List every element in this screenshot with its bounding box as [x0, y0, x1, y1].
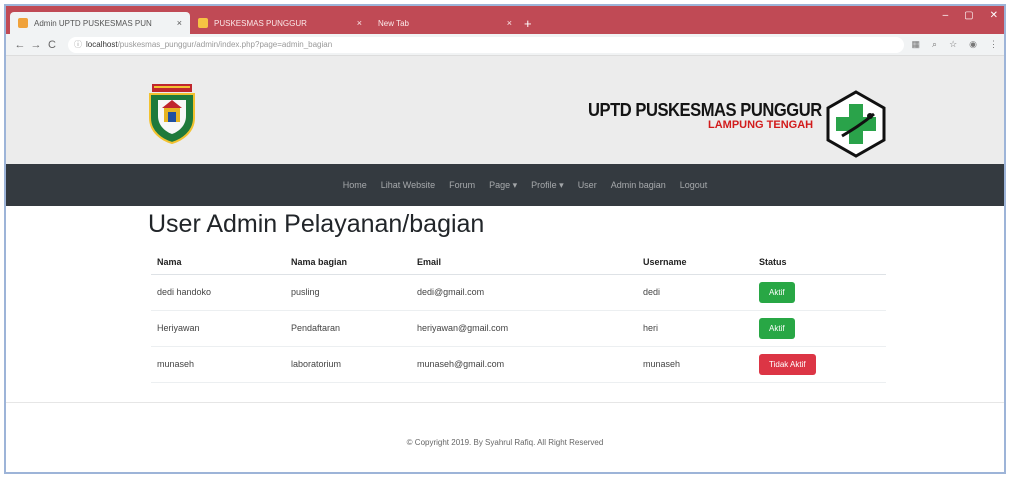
back-arrow-icon[interactable]: ← — [12, 39, 28, 51]
tab-new[interactable]: New Tab × — [370, 12, 520, 34]
close-tab-icon[interactable]: × — [507, 18, 512, 28]
cell-status: Aktif — [753, 310, 886, 347]
nav-forum[interactable]: Forum — [449, 180, 475, 190]
window-controls: – ▢ ✕ — [943, 10, 998, 21]
close-window-icon[interactable]: ✕ — [990, 10, 998, 21]
table-row: Heriyawan Pendaftaran heriyawan@gmail.co… — [151, 310, 886, 347]
col-nama: Nama — [151, 250, 285, 275]
cell-bagian: pusling — [285, 274, 411, 311]
translate-icon[interactable]: ▦ — [912, 39, 921, 50]
cell-email: heriyawan@gmail.com — [411, 310, 637, 347]
tab-title: Admin UPTD PUSKESMAS PUN — [34, 18, 152, 28]
info-icon: ⓘ — [74, 40, 82, 49]
cell-username: munaseh — [637, 346, 753, 383]
zoom-icon[interactable]: ⌕ — [932, 39, 937, 50]
cell-bagian: Pendaftaran — [285, 310, 411, 347]
address-bar: ← → C ⓘ localhost /puskesmas_punggur/adm… — [6, 34, 1004, 56]
minimize-icon[interactable]: – — [943, 10, 949, 21]
cell-email: dedi@gmail.com — [411, 274, 637, 311]
url-input[interactable]: ⓘ localhost /puskesmas_punggur/admin/ind… — [68, 36, 904, 53]
col-username: Username — [637, 250, 753, 275]
table-header-row: Nama Nama bagian Email Username Status — [151, 250, 886, 275]
tab-title: PUSKESMAS PUNGGUR — [214, 18, 307, 28]
col-nama-bagian: Nama bagian — [285, 250, 411, 275]
close-tab-icon[interactable]: × — [177, 18, 182, 28]
new-tab-button[interactable]: + — [524, 12, 532, 34]
menu-icon[interactable]: ⋮ — [989, 39, 998, 50]
favicon-icon — [18, 18, 28, 28]
nav-page-dropdown[interactable]: Page ▾ — [489, 180, 517, 191]
main-navbar: Home Lihat Website Forum Page ▾ Profile … — [6, 164, 1004, 206]
account-icon[interactable]: ◉ — [969, 39, 977, 50]
cell-nama: Heriyawan — [151, 310, 285, 347]
close-tab-icon[interactable]: × — [357, 18, 362, 28]
cell-nama: dedi handoko — [151, 274, 285, 311]
url-path: /puskesmas_punggur/admin/index.php?page=… — [117, 40, 333, 49]
site-header: UPTD PUSKESMAS PUNGGUR LAMPUNG TENGAH — [6, 56, 1004, 164]
cell-username: heri — [637, 310, 753, 347]
tab-strip: Admin UPTD PUSKESMAS PUN × PUSKESMAS PUN… — [6, 6, 1004, 34]
brand-title: UPTD PUSKESMAS PUNGGUR — [588, 100, 822, 120]
cell-email: munaseh@gmail.com — [411, 346, 637, 383]
table-row: dedi handoko pusling dedi@gmail.com dedi… — [151, 274, 886, 311]
maximize-icon[interactable]: ▢ — [964, 10, 973, 21]
col-email: Email — [411, 250, 637, 275]
brand-logo: UPTD PUSKESMAS PUNGGUR LAMPUNG TENGAH — [588, 100, 842, 131]
cell-username: dedi — [637, 274, 753, 311]
tab-puskesmas[interactable]: PUSKESMAS PUNGGUR × — [190, 12, 370, 34]
favicon-icon — [198, 18, 208, 28]
status-badge[interactable]: Tidak Aktif — [759, 353, 816, 375]
browser-window: Admin UPTD PUSKESMAS PUN × PUSKESMAS PUN… — [4, 4, 1006, 474]
nav-lihat-website[interactable]: Lihat Website — [381, 180, 435, 190]
forward-arrow-icon[interactable]: → — [28, 39, 44, 51]
col-status: Status — [753, 250, 886, 275]
table-row: munaseh laboratorium munaseh@gmail.com m… — [151, 346, 886, 383]
nav-user[interactable]: User — [578, 180, 597, 190]
footer-copyright: © Copyright 2019. By Syahrul Rafiq. All … — [406, 438, 604, 447]
cell-bagian: laboratorium — [285, 346, 411, 383]
toolbar-icons: ▦ ⌕ ☆ ◉ ⋮ — [912, 39, 999, 50]
tab-admin[interactable]: Admin UPTD PUSKESMAS PUN × — [10, 12, 190, 34]
url-host: localhost — [86, 40, 118, 49]
health-cross-icon — [826, 90, 886, 158]
page-title: User Admin Pelayanan/bagian — [148, 210, 485, 238]
reload-icon[interactable]: C — [44, 39, 60, 51]
cell-status: Aktif — [753, 274, 886, 311]
footer-divider — [6, 402, 1004, 403]
tab-title: New Tab — [378, 18, 409, 28]
nav-logout[interactable]: Logout — [680, 180, 708, 190]
status-badge[interactable]: Aktif — [759, 317, 795, 339]
status-badge[interactable]: Aktif — [759, 281, 795, 303]
nav-admin-bagian[interactable]: Admin bagian — [611, 180, 666, 190]
cell-nama: munaseh — [151, 346, 285, 383]
regency-crest-icon — [149, 84, 195, 144]
nav-profile-dropdown[interactable]: Profile ▾ — [531, 180, 564, 191]
star-icon[interactable]: ☆ — [949, 39, 957, 50]
admin-table: Nama Nama bagian Email Username Status d… — [151, 250, 886, 383]
nav-home[interactable]: Home — [343, 180, 367, 190]
cell-status: Tidak Aktif — [753, 346, 886, 383]
